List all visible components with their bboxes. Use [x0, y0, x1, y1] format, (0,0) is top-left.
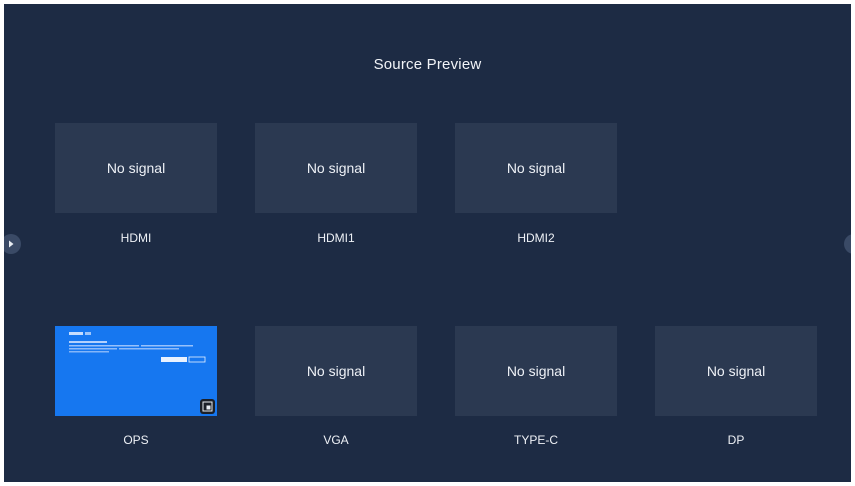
- signal-status: No signal: [506, 363, 566, 379]
- chevron-left-icon: [849, 239, 851, 249]
- source-tile-ops[interactable]: [55, 326, 217, 416]
- source-tile-dp[interactable]: No signal: [655, 326, 817, 416]
- ops-desktop-preview: [55, 326, 217, 416]
- signal-status: No signal: [506, 160, 566, 176]
- source-tile-vga[interactable]: No signal: [255, 326, 417, 416]
- source-label-typec: TYPE-C: [513, 433, 558, 447]
- left-side-arrow-button[interactable]: [4, 234, 21, 254]
- expand-icon[interactable]: [200, 399, 215, 414]
- source-label-vga: VGA: [323, 433, 349, 447]
- source-tile-hdmi2[interactable]: No signal: [455, 123, 617, 213]
- source-tile-hdmi[interactable]: No signal: [55, 123, 217, 213]
- right-side-arrow-button[interactable]: [844, 234, 851, 254]
- source-label-hdmi1: HDMI1: [317, 231, 355, 245]
- source-tile-hdmi1[interactable]: No signal: [255, 123, 417, 213]
- source-label-hdmi2: HDMI2: [517, 231, 555, 245]
- signal-status: No signal: [106, 160, 166, 176]
- signal-status: No signal: [706, 363, 766, 379]
- source-label-ops: OPS: [123, 433, 149, 447]
- source-preview-screen: Source Preview No signal HDMI No signal …: [4, 4, 851, 482]
- signal-status: No signal: [306, 160, 366, 176]
- source-label-dp: DP: [727, 433, 745, 447]
- chevron-right-icon: [9, 240, 14, 248]
- source-label-hdmi: HDMI: [120, 231, 152, 245]
- source-tile-typec[interactable]: No signal: [455, 326, 617, 416]
- signal-status: No signal: [306, 363, 366, 379]
- page-title: Source Preview: [373, 56, 482, 73]
